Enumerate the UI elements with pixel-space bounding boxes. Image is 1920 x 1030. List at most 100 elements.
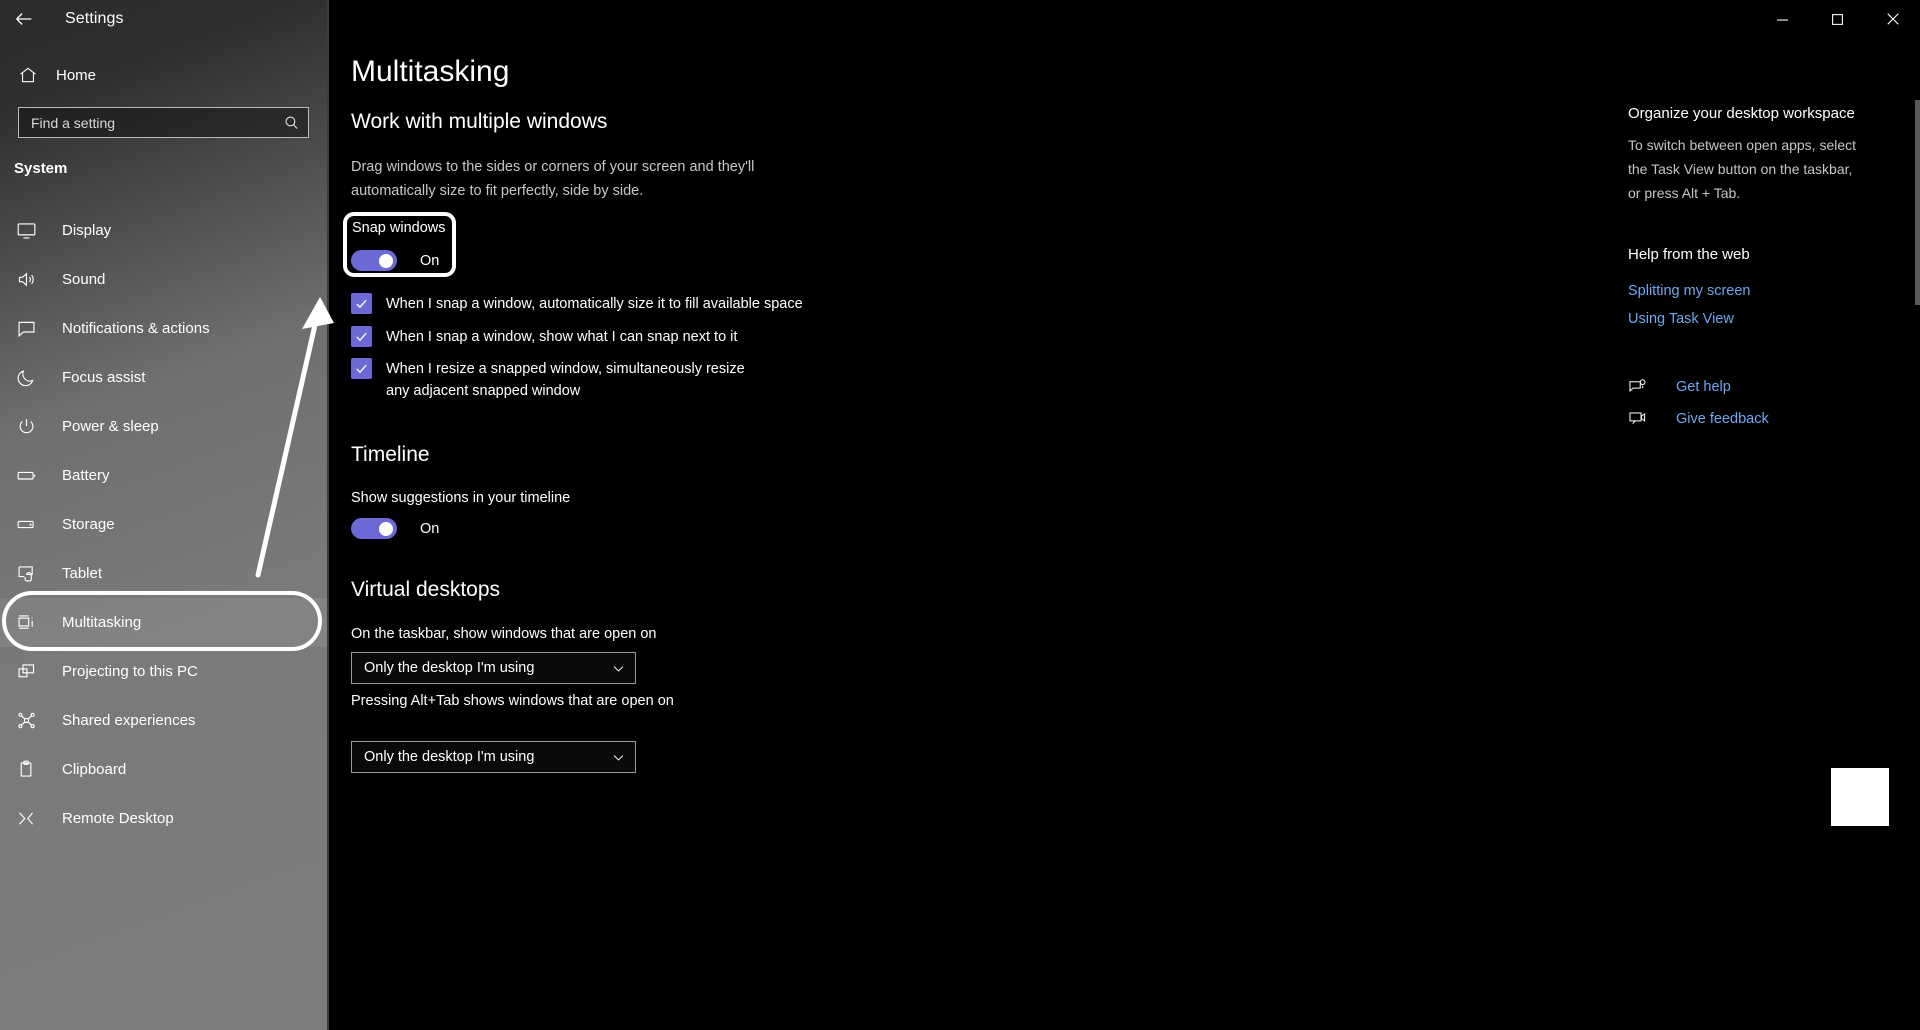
clipboard-icon	[14, 758, 38, 782]
section-heading-timeline: Timeline	[351, 443, 430, 466]
title-bar: Settings	[0, 0, 1920, 38]
web-link-using-task-view[interactable]: Using Task View	[1628, 311, 1734, 327]
sidebar-label: Sound	[62, 271, 106, 288]
give-feedback-icon	[1628, 409, 1650, 428]
snap-windows-toggle[interactable]	[351, 250, 397, 271]
share-nodes-icon	[14, 709, 38, 733]
sidebar-item-focus-assist[interactable]: Focus assist	[0, 353, 327, 402]
sidebar-label: Display	[62, 222, 112, 239]
restore-icon	[1832, 13, 1843, 25]
battery-icon	[14, 464, 38, 488]
sidebar-item-sound[interactable]: Sound	[0, 255, 327, 304]
sidebar-label: Projecting to this PC	[62, 663, 198, 680]
toggle-knob	[379, 521, 393, 536]
alttab-dropdown-label: Pressing Alt+Tab shows windows that are …	[351, 693, 674, 709]
organize-text: To switch between open apps, select the …	[1628, 137, 1857, 201]
home-icon	[18, 65, 44, 85]
snap-windows-toggle-row[interactable]: On	[351, 250, 439, 271]
sidebar-item-clipboard[interactable]: Clipboard	[0, 745, 327, 794]
close-button[interactable]	[1865, 0, 1920, 38]
remote-desktop-icon	[14, 807, 38, 831]
sidebar-label: Storage	[62, 516, 115, 533]
moon-icon	[14, 366, 38, 390]
checkbox-label: When I snap a window, automatically size…	[386, 296, 803, 312]
restore-button[interactable]	[1810, 0, 1865, 38]
back-arrow-icon	[16, 13, 32, 25]
sidebar-label: Focus assist	[62, 369, 146, 386]
get-help-label: Get help	[1676, 378, 1731, 395]
vertical-scrollbar[interactable]	[1915, 100, 1920, 305]
settings-sidebar: Home Find a setting System Display Sound…	[0, 0, 327, 1030]
sidebar-item-multitasking[interactable]: Multitasking	[0, 598, 327, 647]
sidebar-item-power-sleep[interactable]: Power & sleep	[0, 402, 327, 451]
snap-windows-toggle-state: On	[420, 252, 440, 269]
sidebar-category-title: System	[14, 160, 68, 177]
monitor-icon	[14, 219, 38, 243]
toggle-knob	[379, 253, 393, 268]
get-help-link[interactable]: Get help	[1628, 377, 1731, 396]
close-icon	[1886, 13, 1899, 25]
organize-heading: Organize your desktop workspace	[1628, 105, 1855, 122]
sidebar-label: Shared experiences	[62, 712, 196, 729]
back-button[interactable]	[0, 0, 48, 38]
sidebar-item-notifications[interactable]: Notifications & actions	[0, 304, 327, 353]
drive-icon	[14, 513, 38, 537]
dropdown-value: Only the desktop I'm using	[364, 749, 535, 765]
speaker-icon	[14, 268, 38, 292]
screen-artifact-box	[1831, 768, 1889, 826]
page-title: Multitasking	[351, 55, 510, 88]
section-heading-virtual-desktops: Virtual desktops	[351, 578, 501, 601]
search-placeholder: Find a setting	[31, 114, 116, 131]
sidebar-label: Battery	[62, 467, 110, 484]
sidebar-label: Remote Desktop	[62, 810, 174, 827]
chat-bubble-icon	[14, 317, 38, 341]
sidebar-item-home[interactable]: Home	[0, 58, 327, 92]
tablet-icon	[14, 562, 38, 586]
checkbox-checked-icon[interactable]	[351, 358, 372, 379]
window-title: Settings	[65, 10, 124, 27]
sidebar-label: Multitasking	[62, 614, 142, 631]
alttab-desktop-dropdown[interactable]: Only the desktop I'm using	[351, 741, 636, 773]
checkbox-label: When I resize a snapped window, simultan…	[386, 361, 745, 399]
section-description-snap: Drag windows to the sides or corners of …	[351, 159, 755, 199]
sidebar-label: Notifications & actions	[62, 320, 210, 337]
minimize-icon	[1777, 19, 1788, 21]
checkbox-checked-icon[interactable]	[351, 293, 372, 314]
snap-checkbox-2[interactable]: When I snap a window, show what I can sn…	[351, 326, 1111, 348]
sidebar-nav-list: Display Sound Notifications & actions Fo…	[0, 206, 327, 843]
minimize-button[interactable]	[1755, 0, 1810, 38]
chevron-down-icon	[611, 750, 626, 765]
sidebar-label: Tablet	[62, 565, 103, 582]
dropdown-value: Only the desktop I'm using	[364, 660, 535, 676]
chevron-down-icon	[611, 661, 626, 676]
sidebar-item-display[interactable]: Display	[0, 206, 327, 255]
sidebar-item-tablet[interactable]: Tablet	[0, 549, 327, 598]
search-input[interactable]: Find a setting	[18, 107, 309, 138]
snap-checkbox-1[interactable]: When I snap a window, automatically size…	[351, 293, 1111, 315]
snap-checkbox-3[interactable]: When I resize a snapped window, simultan…	[351, 358, 771, 402]
sidebar-item-battery[interactable]: Battery	[0, 451, 327, 500]
sidebar-item-storage[interactable]: Storage	[0, 500, 327, 549]
give-feedback-link[interactable]: Give feedback	[1628, 409, 1769, 428]
timeline-toggle-state: On	[420, 520, 440, 537]
power-icon	[14, 415, 38, 439]
help-heading: Help from the web	[1628, 246, 1750, 263]
checkbox-label: When I snap a window, show what I can sn…	[386, 329, 738, 345]
web-link-splitting-my-screen[interactable]: Splitting my screen	[1628, 283, 1751, 299]
timeline-toggle[interactable]	[351, 518, 397, 539]
main-content: Multitasking Work with multiple windows …	[327, 0, 1920, 1030]
search-icon	[283, 114, 300, 131]
projecting-icon	[14, 660, 38, 684]
give-feedback-label: Give feedback	[1676, 410, 1769, 427]
get-help-icon	[1628, 377, 1650, 396]
timeline-toggle-row[interactable]: On	[351, 518, 439, 539]
taskbar-desktop-dropdown[interactable]: Only the desktop I'm using	[351, 652, 636, 684]
section-heading-snap: Work with multiple windows	[351, 110, 608, 133]
sidebar-item-projecting[interactable]: Projecting to this PC	[0, 647, 327, 696]
sidebar-item-remote-desktop[interactable]: Remote Desktop	[0, 794, 327, 843]
checkbox-checked-icon[interactable]	[351, 326, 372, 347]
multitasking-icon	[14, 611, 38, 635]
sidebar-label: Power & sleep	[62, 418, 159, 435]
sidebar-item-shared-experiences[interactable]: Shared experiences	[0, 696, 327, 745]
snap-windows-caption: Snap windows	[352, 220, 446, 236]
